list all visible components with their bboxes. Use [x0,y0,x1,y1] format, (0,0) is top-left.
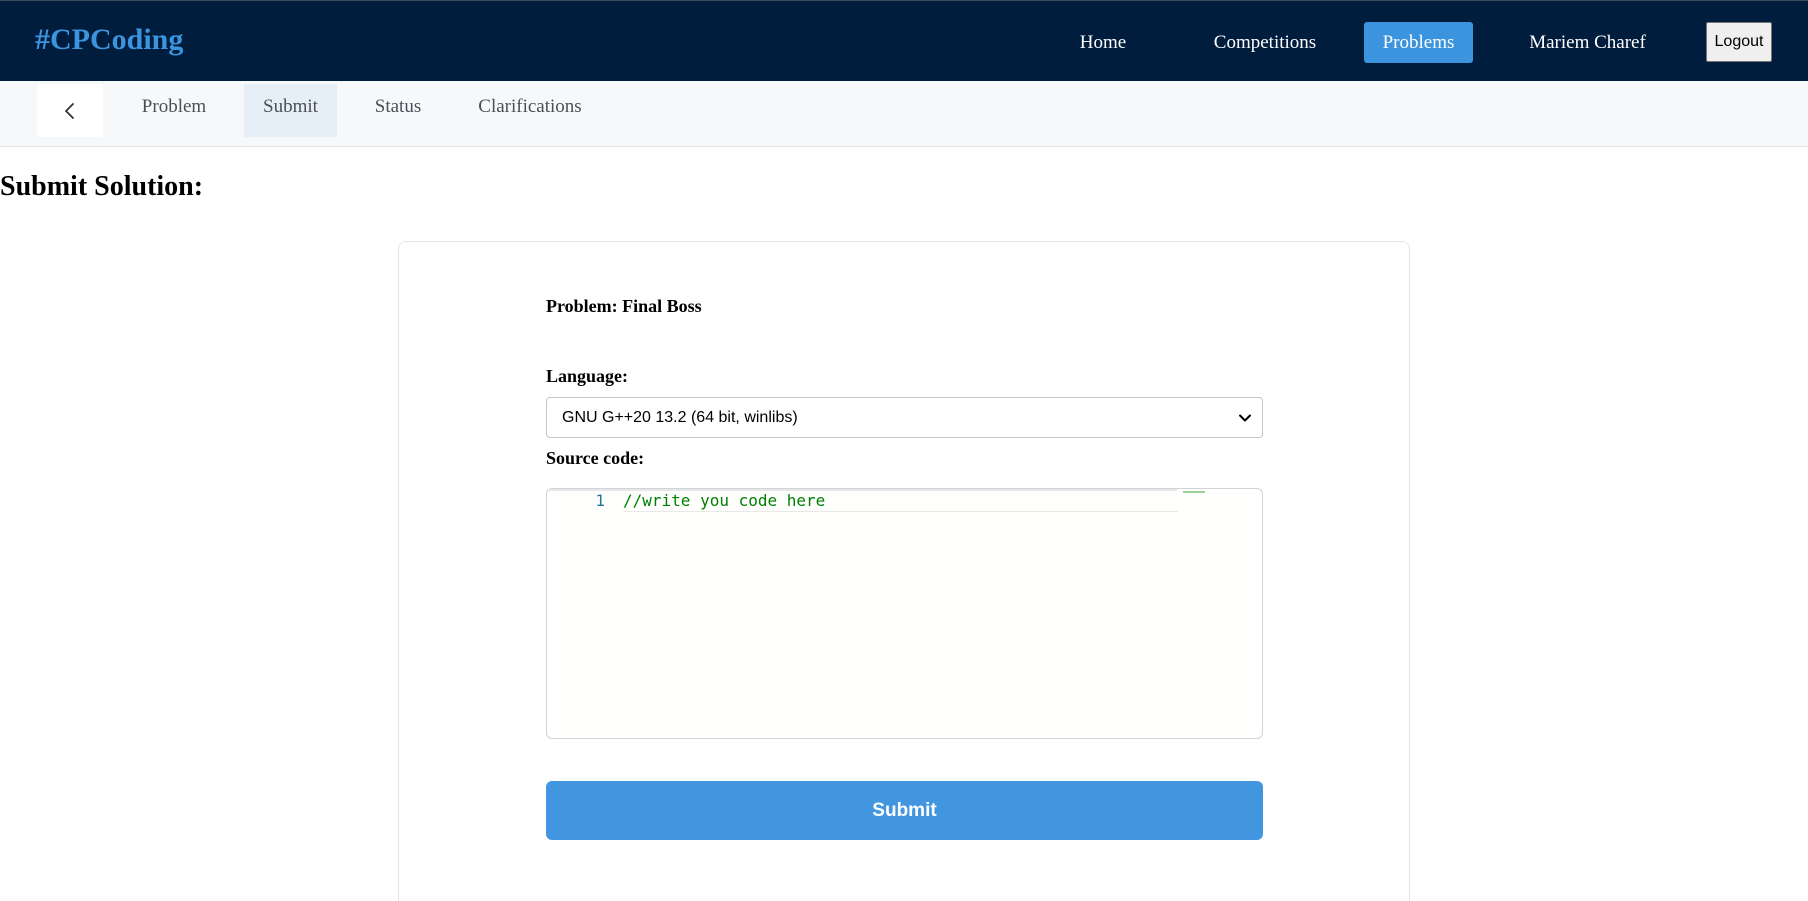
tab-clarifications[interactable]: Clarifications [470,84,590,137]
submit-button[interactable]: Submit [546,781,1263,840]
page-title: Submit Solution: [0,171,204,202]
language-label: Language: [546,366,629,386]
tab-submit[interactable]: Submit [244,84,337,137]
source-code-label: Source code: [546,448,645,468]
problem-name: Problem: Final Boss [546,296,702,316]
editor-minimap [1183,491,1205,493]
tab-problem[interactable]: Problem [126,84,222,137]
line-number: 1 [595,491,605,510]
language-selected-value: GNU G++20 13.2 (64 bit, winlibs) [562,408,798,426]
chevron-down-icon [1239,414,1251,422]
problem-subnav: Problem Submit Status Clarifications [0,81,1808,147]
top-navbar: #CPCoding Home Competitions Problems Mar… [0,0,1808,81]
code-line[interactable]: //write you code here [623,490,1178,512]
nav-problems[interactable]: Problems [1364,22,1473,63]
tab-status[interactable]: Status [362,84,434,137]
back-button[interactable] [37,84,103,137]
nav-user-name[interactable]: Mariem Charef [1520,22,1655,63]
language-select[interactable]: GNU G++20 13.2 (64 bit, winlibs) [546,397,1263,438]
nav-competitions[interactable]: Competitions [1190,22,1340,63]
code-editor[interactable]: 1 //write you code here [546,488,1263,739]
chevron-left-icon [65,102,74,119]
brand-logo[interactable]: #CPCoding [35,23,183,57]
nav-home[interactable]: Home [1070,22,1136,63]
logout-button[interactable]: Logout [1706,22,1772,62]
